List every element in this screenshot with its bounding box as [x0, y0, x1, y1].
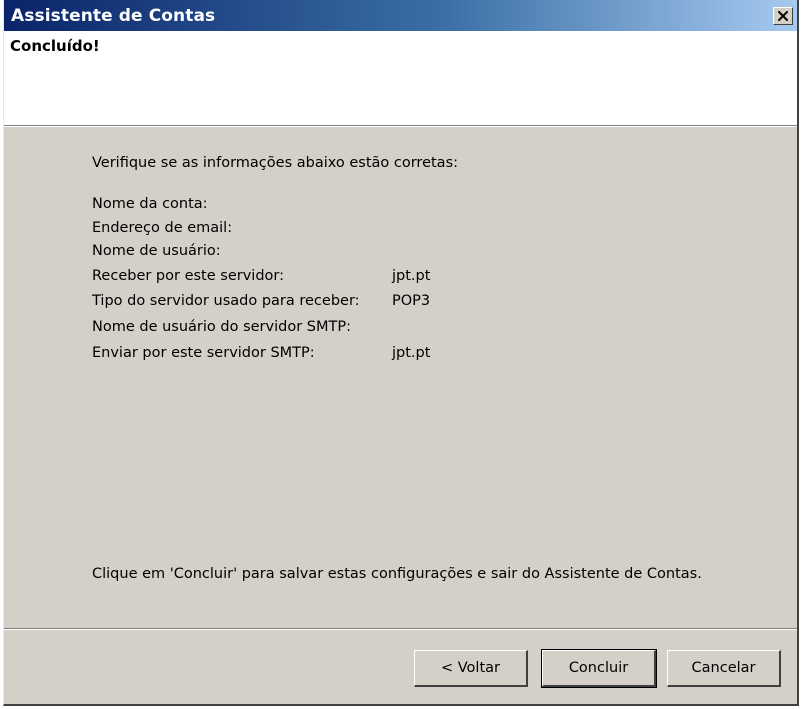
summary-label: Tipo do servidor usado para receber:: [92, 293, 360, 309]
summary-label: Endereço de email:: [92, 220, 233, 236]
window-title: Assistente de Contas: [11, 6, 216, 26]
summary-label: Nome de usuário:: [92, 243, 221, 259]
summary-label: Nome da conta:: [92, 196, 208, 212]
finish-instructions: Clique em 'Concluir' para salvar estas c…: [92, 566, 702, 582]
summary-value: POP3: [392, 293, 431, 309]
finish-button[interactable]: Concluir: [541, 649, 657, 688]
intro-text: Verifique se as informações abaixo estão…: [92, 155, 459, 171]
header-panel: [4, 31, 797, 125]
cancel-button[interactable]: Cancelar: [667, 650, 781, 687]
header-divider: [4, 125, 797, 127]
summary-label: Nome de usuário do servidor SMTP:: [92, 319, 351, 335]
footer-divider: [4, 628, 797, 630]
summary-label: Enviar por este servidor SMTP:: [92, 345, 315, 361]
title-bar: Assistente de Contas: [4, 0, 797, 31]
summary-value: jpt.pt: [392, 268, 431, 284]
close-icon: [778, 11, 788, 21]
page-title: Concluído!: [10, 37, 100, 55]
close-button[interactable]: [773, 7, 793, 25]
back-button[interactable]: < Voltar: [414, 650, 528, 687]
summary-label: Receber por este servidor:: [92, 268, 284, 284]
summary-value: jpt.pt: [392, 345, 431, 361]
account-wizard-dialog: Assistente de Contas Concluído! Verifiqu…: [3, 0, 799, 706]
